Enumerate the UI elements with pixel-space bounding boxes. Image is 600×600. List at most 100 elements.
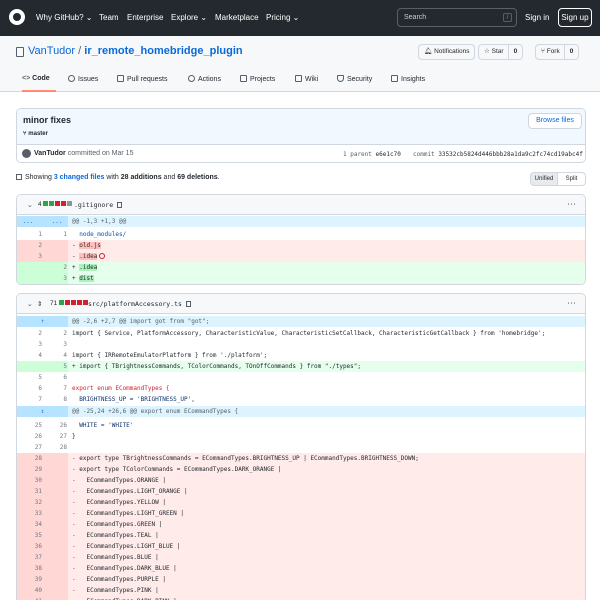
book-icon (295, 75, 302, 82)
search-input[interactable]: Search / (397, 8, 517, 27)
commit-date: committed on Mar 15 (67, 150, 134, 157)
hunk-header: ⇡ @@ -2,6 +2,7 @@ import got from "got"; (17, 316, 585, 327)
graph-icon (391, 75, 398, 82)
code-icon: <> (22, 75, 31, 82)
diff-line-deleted: 39- ECommandTypes.PURPLE | (17, 574, 585, 585)
tab-insights[interactable]: Insights (391, 75, 425, 83)
diff-line: 25 26 WHITE = 'WHITE' (34, 422, 134, 429)
commit-sha: 33532cb5824d446bbb28a1da9c2fc74cd19abc4f (438, 151, 583, 158)
fork-icon: ⑂ (541, 48, 545, 55)
sign-in-link[interactable]: Sign in (525, 13, 549, 22)
nav-why-github[interactable]: Why GitHub? ⌄ (36, 13, 93, 22)
tab-code[interactable]: <> Code (22, 75, 50, 82)
sign-up-button[interactable]: Sign up (558, 8, 592, 27)
diff-stat: 71 (50, 300, 89, 307)
repo-name-link[interactable]: ir_remote_homebridge_plugin (84, 45, 242, 57)
diff-line-deleted: 2 - old.js (17, 240, 585, 251)
repo-tabs: <> Code Issues Pull requests Actions Pro… (0, 72, 600, 92)
diff-line-added: 5 + import { TBrightnessCommands, TColor… (17, 361, 585, 372)
nav-explore[interactable]: Explore ⌄ (171, 13, 207, 22)
commit-sha-info: commit 33532cb5824d446bbb28a1da9c2fc74cd… (413, 151, 583, 158)
search-shortcut-key: / (503, 13, 512, 22)
file-diff-platform-accessory: ⌄ ⇕ 71 src/platformAccessory.ts ⋯ ⇡ @@ -… (16, 293, 586, 600)
kebab-menu-icon[interactable]: ⋯ (567, 199, 576, 210)
pull-request-icon (117, 75, 124, 82)
branch-label[interactable]: ⑂ master (23, 131, 48, 137)
tab-security[interactable]: Security (337, 75, 372, 83)
diff-summary: Showing 3 changed files with 28 addition… (16, 174, 220, 181)
top-bar: Why GitHub? ⌄ Team Enterprise Explore ⌄ … (0, 0, 600, 36)
avatar[interactable] (22, 149, 31, 158)
no-newline-icon (99, 253, 106, 259)
kebab-menu-icon[interactable]: ⋯ (567, 298, 576, 309)
author-link[interactable]: VanTudor (34, 150, 66, 157)
repo-owner-link[interactable]: VanTudor (28, 45, 75, 57)
tab-issues[interactable]: Issues (68, 75, 98, 83)
file-path[interactable]: src/platformAccessory.ts (88, 300, 191, 308)
split-view-button[interactable]: Split (558, 172, 586, 186)
chevron-down-icon[interactable]: ⌄ (27, 201, 33, 209)
issue-icon (68, 75, 75, 82)
tab-wiki[interactable]: Wiki (295, 75, 318, 83)
hunk-header: ... ... @@ -1,3 +1,3 @@ (17, 216, 585, 227)
expand-gutter[interactable]: ... ... (17, 216, 68, 227)
diff-line-deleted: 30- ECommandTypes.ORANGE | (17, 475, 585, 486)
tab-pull-requests[interactable]: Pull requests (117, 75, 167, 83)
nav-team[interactable]: Team (99, 13, 119, 22)
tab-actions[interactable]: Actions (188, 75, 221, 83)
commit-box: minor fixes ⑂ master Browse files VanTud… (16, 108, 586, 163)
copy-icon[interactable] (117, 202, 123, 208)
diff-line-deleted: 36- ECommandTypes.LIGHT_BLUE | (17, 541, 585, 552)
expand-up-icon[interactable]: ⇡ (17, 316, 68, 327)
file-diff-gitignore: ⌄ 4 .gitignore ⋯ ... ... @@ -1,3 +1,3 @@… (16, 194, 586, 285)
diff-line-deleted: 32- ECommandTypes.YELLOW | (17, 497, 585, 508)
expand-both-icon[interactable]: ⇕ (17, 406, 68, 417)
project-icon (240, 75, 247, 82)
deletions-count: 69 deletions (177, 174, 218, 181)
diff-line: 27 28 (34, 444, 67, 451)
diff-line-deleted: 29- export type TColorCommands = EComman… (17, 464, 585, 475)
parent-sha-link[interactable]: e6e1c70 (376, 151, 401, 158)
diff-line-deleted: 38- ECommandTypes.DARK_BLUE | (17, 563, 585, 574)
repo-title: VanTudor / ir_remote_homebridge_plugin (28, 45, 243, 57)
repo-icon (16, 47, 24, 57)
nav-enterprise[interactable]: Enterprise (127, 13, 163, 22)
copy-icon[interactable] (185, 301, 191, 307)
additions-count: 28 additions (120, 174, 162, 181)
commit-author: VanTudor committed on Mar 15 (34, 150, 133, 157)
repo-separator: / (78, 45, 82, 57)
nav-marketplace[interactable]: Marketplace (215, 13, 259, 22)
commit-header: minor fixes ⑂ master Browse files (17, 109, 585, 145)
expand-all-icon[interactable]: ⇕ (37, 300, 42, 308)
diff-line-deleted: 40- ECommandTypes.PINK | (17, 585, 585, 596)
commit-title: minor fixes (23, 115, 72, 125)
branch-icon: ⑂ (23, 131, 27, 137)
diff-line-added: 3 + dist (17, 273, 585, 284)
file-diff-icon (16, 174, 22, 180)
github-logo-icon[interactable] (9, 9, 25, 25)
diff-line-deleted: 33- ECommandTypes.LIGHT_GREEN | (17, 508, 585, 519)
star-button[interactable]: ☆ Star 0 (478, 44, 524, 60)
nav-pricing[interactable]: Pricing ⌄ (266, 13, 299, 22)
diff-line-deleted: 41- ECommandTypes.DARK_PINK | (17, 596, 585, 600)
tab-projects[interactable]: Projects (240, 75, 275, 83)
diff-line: 67 export enum ECommandTypes { (38, 385, 170, 392)
diff-stat: 4 (38, 201, 73, 208)
diff-line-deleted: 3 - .idea (17, 251, 585, 262)
fork-button[interactable]: ⑂ Fork 0 (535, 44, 580, 60)
changed-files-link[interactable]: 3 changed files (54, 174, 105, 181)
browse-files-button[interactable]: Browse files (528, 113, 582, 129)
unified-view-button[interactable]: Unified (530, 172, 558, 186)
diff-line-deleted: 35- ECommandTypes.TEAL | (17, 530, 585, 541)
chevron-down-icon[interactable]: ⌄ (27, 300, 33, 308)
file-path[interactable]: .gitignore (74, 201, 123, 209)
notifications-button[interactable]: 🔔︎ Notifications (418, 44, 476, 60)
diff-line: 44 import { IRRemoteEmulatorPlatform } f… (38, 352, 268, 359)
diff-line-deleted: 34- ECommandTypes.GREEN | (17, 519, 585, 530)
file-header: ⌄ 4 .gitignore ⋯ (17, 195, 585, 215)
parent-info: 1 parent e6e1c70 (343, 151, 401, 158)
diff-line: 56 (38, 374, 67, 381)
line-count: 4 (38, 201, 42, 208)
bell-icon: 🔔︎ (424, 48, 433, 55)
diff-line-deleted: 31- ECommandTypes.LIGHT_ORANGE | (17, 486, 585, 497)
